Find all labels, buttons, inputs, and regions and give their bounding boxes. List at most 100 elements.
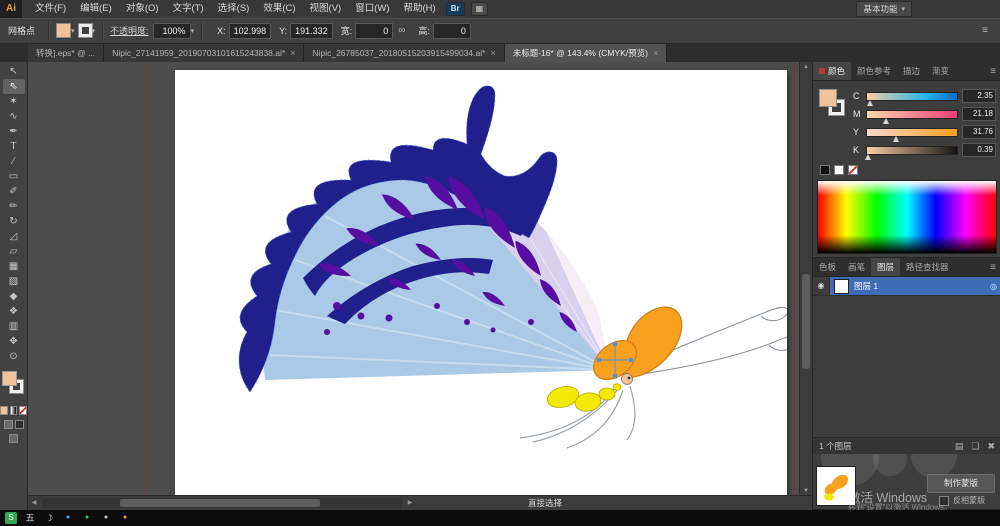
menu-item-select[interactable]: 选择(S) [211,0,257,18]
screen-mode-chip[interactable] [9,434,18,443]
x-field[interactable]: 102.998 [229,23,272,39]
yellow-slider[interactable] [866,128,958,137]
tool-scale[interactable]: ◿ [3,229,25,244]
tool-pencil[interactable]: ✏ [3,199,25,214]
tab-layers[interactable]: 图层 [871,258,900,276]
menu-item-type[interactable]: 文字(T) [166,0,211,18]
cyan-value-field[interactable]: 2.35 [962,89,996,103]
magenta-slider-thumb[interactable] [883,118,889,124]
tool-mesh[interactable]: ▦ [3,259,25,274]
draw-normal-chip[interactable] [4,420,13,429]
color-spectrum[interactable] [817,180,997,254]
taskbar-app-icon-4[interactable]: ● [119,512,131,524]
opacity-value[interactable]: 100% [153,23,191,39]
cyan-slider[interactable] [866,92,958,101]
tool-magic-wand[interactable]: ✶ [3,94,25,109]
tool-pen[interactable]: ✒ [3,124,25,139]
magenta-value-field[interactable]: 21.18 [962,107,996,121]
panel-menu-icon[interactable]: ≡ [985,66,1000,77]
arrange-documents-icon[interactable]: ▦ [471,2,489,16]
menu-item-object[interactable]: 对象(O) [119,0,166,18]
tool-free-transform[interactable]: ▱ [3,244,25,259]
menu-item-window[interactable]: 窗口(W) [348,0,396,18]
layer-name[interactable]: 图层 1 [854,280,878,292]
taskbar-app-icon-3[interactable]: ● [100,512,112,524]
tool-selection[interactable]: ↖ [3,64,25,79]
vertical-scrollbar[interactable]: ▲ ▼ [799,62,812,496]
canvas-area[interactable]: ▲ ▼ ◀ ▶ 直接选择 [28,62,812,510]
doc-tab-1[interactable]: 转换].eps* @ ... [28,44,104,62]
tab-gradient[interactable]: 渐变 [926,62,955,80]
tool-column-graph[interactable]: ▥ [3,319,25,334]
fill-proxy-swatch[interactable] [819,89,837,107]
tool-zoom[interactable]: ⊙ [3,349,25,364]
taskbar-wubi-icon[interactable]: 五 [24,512,36,524]
scroll-right-icon[interactable]: ▶ [404,498,416,508]
tab-color[interactable]: 颜色 [813,62,851,80]
taskbar-moon-icon[interactable]: ☽ [43,512,55,524]
doc-tab-3[interactable]: Nipic_26785037_20180515203915499034.ai* … [304,44,504,62]
scroll-up-icon[interactable]: ▲ [800,62,812,72]
draw-behind-chip[interactable] [15,420,24,429]
stroke-color-swatch[interactable] [79,24,92,37]
tool-type[interactable]: T [3,139,25,154]
make-mask-button[interactable]: 制作蒙版 [927,474,995,493]
layer-selected[interactable]: 图层 1 ◎ [830,277,1000,295]
fill-color-swatch[interactable] [56,23,71,38]
workspace-switcher[interactable]: 基本功能 ▾ [856,1,912,17]
horizontal-scrollbar[interactable] [42,498,402,508]
yellow-value-field[interactable]: 31.76 [962,125,996,139]
width-field[interactable]: 0 [355,23,393,39]
menu-item-help[interactable]: 帮助(H) [397,0,443,18]
tool-paintbrush[interactable]: ✐ [3,184,25,199]
menu-item-view[interactable]: 视图(V) [303,0,349,18]
tool-gradient[interactable]: ▧ [3,274,25,289]
taskbar-app-icon-1[interactable]: ● [62,512,74,524]
black-slider[interactable] [866,146,958,155]
tool-blend[interactable]: ❖ [3,304,25,319]
tool-lasso[interactable]: ∿ [3,109,25,124]
gradient-mode-chip[interactable] [10,406,18,415]
white-swatch[interactable] [834,165,844,175]
cyan-slider-thumb[interactable] [867,100,873,106]
opacity-link[interactable]: 不透明度: [110,24,149,37]
delete-layer-icon[interactable]: ✖ [987,441,995,452]
y-field[interactable]: 191.332 [290,23,333,39]
tool-hand[interactable]: ✥ [3,334,25,349]
menu-item-edit[interactable]: 编辑(E) [73,0,119,18]
tab-swatches[interactable]: 色板 [813,258,842,276]
tab-stroke[interactable]: 描边 [897,62,926,80]
bridge-icon[interactable]: Br [446,2,465,16]
opacity-dropdown-icon[interactable]: ▾ [191,27,195,35]
visibility-eye-icon[interactable]: ◉ [813,277,830,295]
black-swatch[interactable] [820,165,830,175]
tool-line-segment[interactable]: ∕ [3,154,25,169]
new-layer-icon[interactable]: ❏ [971,441,979,452]
magenta-slider[interactable] [866,110,958,119]
fill-stroke-proxy[interactable] [2,371,26,401]
constrain-proportions-icon[interactable]: ∞ [398,25,405,36]
tool-rectangle[interactable]: ▭ [3,169,25,184]
layer-row[interactable]: ◉ 图层 1 ◎ [813,277,1000,296]
taskbar-app-icon-2[interactable]: ● [81,512,93,524]
tab-color-guide[interactable]: 颜色参考 [851,62,897,80]
fill-dropdown-icon[interactable]: ▾ [71,27,75,35]
taskbar-input-icon[interactable]: S [5,512,17,524]
height-field[interactable]: 0 [433,23,471,39]
tab-pathfinder[interactable]: 路径查找器 [900,258,955,276]
layer-target-icon[interactable]: ◎ [990,282,997,291]
tool-eyedropper[interactable]: ◆ [3,289,25,304]
vertical-scrollbar-thumb[interactable] [802,274,810,369]
close-icon[interactable]: × [653,48,658,58]
doc-tab-2[interactable]: Nipic_27141959_20190703101615243838.ai* … [104,44,304,62]
menu-item-file[interactable]: 文件(F) [28,0,73,18]
menu-item-effect[interactable]: 效果(C) [256,0,302,18]
scroll-left-icon[interactable]: ◀ [28,498,40,508]
close-icon[interactable]: × [290,48,295,58]
collect-folder-icon[interactable]: ▤ [955,441,964,452]
tab-brushes[interactable]: 画笔 [842,258,871,276]
doc-tab-active[interactable]: 未标题-16* @ 143.4% (CMYK/预览) × [505,44,667,62]
control-panel-menu-icon[interactable]: ≡ [978,25,992,36]
tool-rotate[interactable]: ↻ [3,214,25,229]
black-slider-thumb[interactable] [865,154,871,160]
